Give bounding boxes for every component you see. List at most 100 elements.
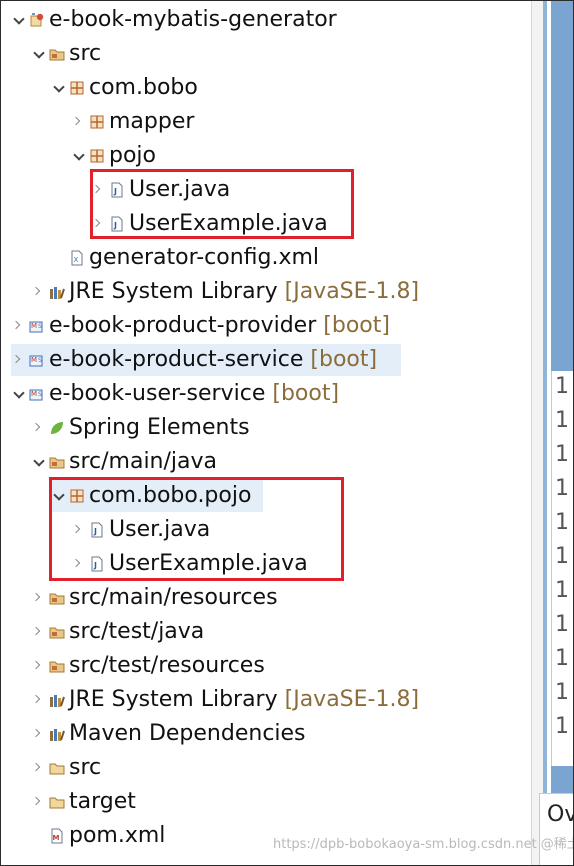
chevron-down-icon[interactable]: [31, 38, 49, 70]
chevron-right-icon[interactable]: [71, 106, 89, 138]
tree-item-label: mapper: [109, 109, 195, 134]
pom-file-icon: M: [49, 828, 65, 844]
chevron-down-icon[interactable]: [11, 4, 29, 36]
tree-item-e-book-product-provider[interactable]: M Se-book-product-provider [boot]: [11, 310, 390, 342]
source-folder-icon: [49, 590, 65, 606]
chevron-right-icon[interactable]: [31, 616, 49, 648]
tree-item-label: UserExample.java: [129, 211, 328, 236]
toggle-spacer: [31, 820, 49, 852]
line-number: 1: [555, 476, 569, 501]
line-number: 1: [555, 544, 569, 569]
maven-project-icon: MS: [29, 386, 45, 402]
chevron-right-icon[interactable]: [71, 514, 89, 546]
project-explorer-tree: e-book-mybatis-generator src com.bobo mappe…: [1, 1, 531, 865]
tree-item-src-main-java[interactable]: src/main/java: [31, 446, 217, 478]
svg-text:J: J: [93, 527, 97, 536]
tree-item-user-java[interactable]: J User.java: [71, 514, 210, 546]
tree-item-pojo[interactable]: pojo: [71, 140, 156, 172]
line-number: 1: [555, 408, 569, 433]
tree-item-e-book-mybatis-generator[interactable]: e-book-mybatis-generator: [11, 4, 337, 36]
tree-item-maven-dependencies[interactable]: Maven Dependencies: [31, 718, 306, 750]
line-number: 1: [555, 680, 569, 705]
tree-item-jre-system-library[interactable]: JRE System Library [JavaSE-1.8]: [31, 684, 419, 716]
tree-item-src-main-resources[interactable]: src/main/resources: [31, 582, 278, 614]
library-icon: [49, 692, 65, 708]
package-icon: [89, 148, 105, 164]
tree-item-label: pom.xml: [69, 823, 166, 848]
java-file-icon: J: [109, 182, 125, 198]
tree-item-label: e-book-user-service: [49, 381, 266, 406]
svg-text:M: M: [31, 390, 37, 398]
tree-item-label: src/main/resources: [69, 585, 278, 610]
chevron-right-icon[interactable]: [31, 718, 49, 750]
tree-item-src-test-resources[interactable]: src/test/resources: [31, 650, 265, 682]
tree-item-decoration: [boot]: [323, 313, 390, 338]
tree-item-decoration: [boot]: [310, 347, 378, 372]
package-icon: [69, 488, 85, 504]
java-file-icon: J: [89, 556, 105, 572]
tree-item-generator-config-xml[interactable]: Xgenerator-config.xml: [51, 242, 319, 274]
tree-item-label: UserExample.java: [109, 551, 308, 576]
svg-text:S: S: [38, 323, 42, 330]
library-icon: [49, 726, 65, 742]
tree-item-userexample-java[interactable]: J UserExample.java: [71, 548, 308, 580]
tree-item-src[interactable]: src: [31, 38, 101, 70]
tree-item-decoration: [JavaSE-1.8]: [284, 279, 420, 304]
tree-item-com-bobo-pojo[interactable]: com.bobo.pojo: [51, 480, 263, 512]
toggle-spacer: [51, 242, 69, 274]
tree-item-e-book-user-service[interactable]: M Se-book-user-service [boot]: [11, 378, 339, 410]
java-file-icon: J: [89, 522, 105, 538]
chevron-right-icon[interactable]: [11, 310, 29, 342]
svg-text:J: J: [93, 561, 97, 570]
maven-project-icon: MS: [29, 352, 45, 368]
line-number: 1: [555, 578, 569, 603]
chevron-right-icon[interactable]: [31, 752, 49, 784]
outline-tab[interactable]: Ov: [539, 793, 573, 865]
chevron-right-icon[interactable]: [31, 650, 49, 682]
tree-item-com-bobo[interactable]: com.bobo: [51, 72, 198, 104]
chevron-right-icon[interactable]: [31, 684, 49, 716]
project-icon: [29, 12, 45, 28]
tree-item-mapper[interactable]: mapper: [71, 106, 194, 138]
chevron-right-icon[interactable]: [31, 412, 49, 444]
svg-text:S: S: [38, 357, 42, 364]
tree-item-userexample-java[interactable]: J UserExample.java: [91, 208, 328, 240]
chevron-down-icon[interactable]: [51, 480, 69, 512]
tree-item-target[interactable]: target: [31, 786, 136, 818]
tree-item-jre-system-library[interactable]: JRE System Library [JavaSE-1.8]: [31, 276, 419, 308]
chevron-right-icon[interactable]: [31, 786, 49, 818]
chevron-down-icon[interactable]: [51, 72, 69, 104]
tree-item-label: Maven Dependencies: [69, 721, 306, 746]
source-folder-icon: [49, 454, 65, 470]
chevron-right-icon[interactable]: [91, 174, 109, 206]
library-icon: [49, 284, 65, 300]
tree-item-src[interactable]: src: [31, 752, 101, 784]
chevron-right-icon[interactable]: [91, 208, 109, 240]
chevron-down-icon[interactable]: [31, 446, 49, 478]
chevron-right-icon[interactable]: [71, 548, 89, 580]
java-file-icon: J: [109, 216, 125, 232]
chevron-down-icon[interactable]: [71, 140, 89, 172]
chevron-right-icon[interactable]: [31, 582, 49, 614]
tree-item-src-test-java[interactable]: src/test/java: [31, 616, 204, 648]
chevron-down-icon[interactable]: [11, 378, 29, 410]
outline-tab-label: Ov: [547, 802, 573, 827]
tree-item-spring-elements[interactable]: Spring Elements: [31, 412, 250, 444]
source-folder-icon: [49, 46, 65, 62]
tree-item-e-book-product-service[interactable]: M Se-book-product-service [boot]: [11, 344, 401, 376]
tree-item-label: User.java: [109, 517, 211, 542]
chevron-right-icon[interactable]: [11, 344, 29, 376]
chevron-right-icon[interactable]: [31, 276, 49, 308]
tree-item-label: generator-config.xml: [89, 245, 320, 270]
package-icon: [89, 114, 105, 130]
tree-item-pom-xml[interactable]: Mpom.xml: [31, 820, 165, 852]
source-folder-icon: [49, 658, 65, 674]
package-icon: [69, 80, 85, 96]
tree-item-user-java[interactable]: J User.java: [91, 174, 230, 206]
project-explorer-window: e-book-mybatis-generator src com.bobo mappe…: [0, 0, 574, 866]
tree-item-label: User.java: [129, 177, 231, 202]
tree-item-label: src/test/java: [69, 619, 205, 644]
watermark: https://dpb-bobokaoya-sm.blog.csdn.net @…: [273, 837, 573, 852]
line-number: 1: [555, 714, 569, 739]
svg-text:X: X: [74, 256, 79, 264]
